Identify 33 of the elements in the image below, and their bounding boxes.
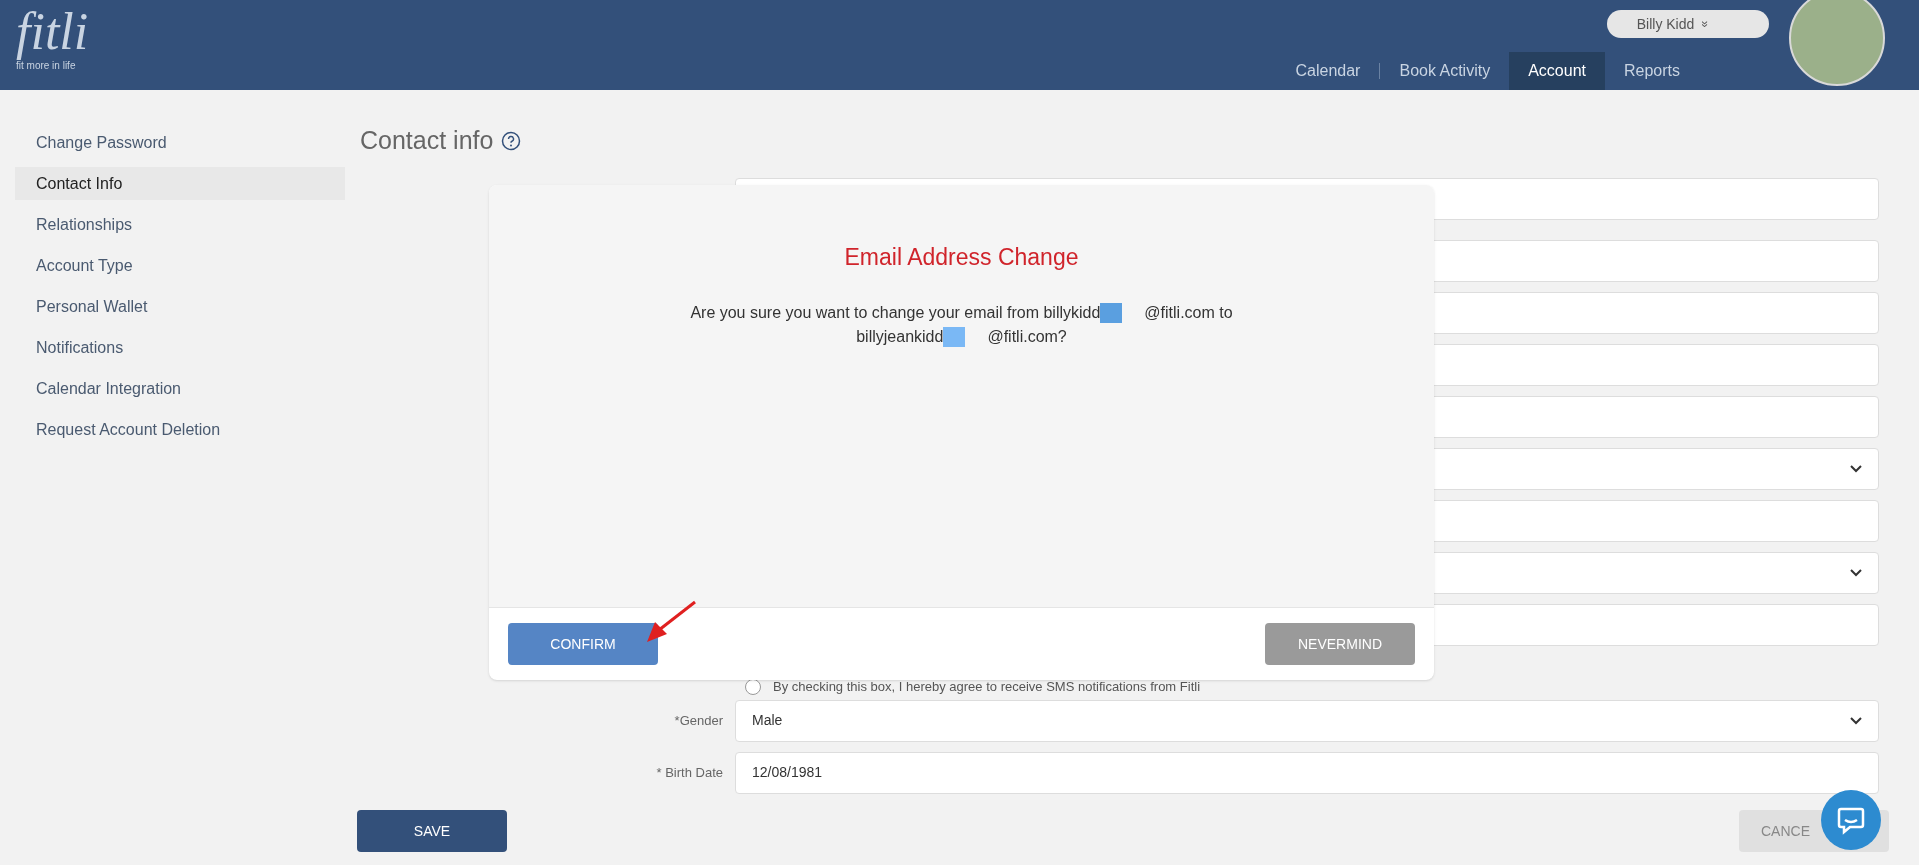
- arrow-drawing: [645, 600, 697, 644]
- sidebar-item[interactable]: Relationships: [15, 208, 345, 241]
- sidebar-item[interactable]: Calendar Integration: [15, 372, 345, 405]
- page-title: Contact info: [360, 125, 494, 156]
- confirm-button[interactable]: CONFIRM: [508, 623, 658, 665]
- chevron-down-icon: [1850, 716, 1862, 725]
- nav-tab[interactable]: Calendar: [1276, 52, 1380, 90]
- nav-tab[interactable]: Account: [1509, 52, 1605, 90]
- field-label: *Gender: [674, 712, 723, 728]
- redaction-block: [943, 327, 966, 348]
- help-icon[interactable]: [501, 130, 522, 151]
- user-menu[interactable]: Billy Kidd »: [1606, 10, 1769, 38]
- sidebar-item[interactable]: Personal Wallet: [15, 290, 345, 323]
- field-label: * Birth Date: [656, 764, 723, 780]
- sidebar-item[interactable]: Request Account Deletion: [15, 413, 345, 446]
- sidebar-item[interactable]: Change Password: [15, 126, 345, 159]
- nav-tab[interactable]: Book Activity: [1380, 52, 1510, 90]
- chevron-down-icon: [1850, 464, 1862, 473]
- chevron-down-icon: [1850, 568, 1862, 577]
- save-button[interactable]: SAVE: [357, 810, 507, 852]
- dialog-title: Email Address Change: [844, 243, 1079, 272]
- nav-tab[interactable]: Reports: [1604, 52, 1699, 90]
- sms-consent-text: By checking this box, I hereby agree to receive SMS notifications from Fitli: [773, 677, 1201, 696]
- input-field[interactable]: 12/08/1981: [735, 751, 1879, 794]
- select-field[interactable]: Male: [735, 699, 1879, 742]
- sidebar-item[interactable]: Notifications: [15, 331, 345, 364]
- redaction-block: [1100, 303, 1123, 324]
- sidebar-item[interactable]: Account Type: [15, 249, 345, 282]
- sidebar-item[interactable]: Contact Info: [15, 167, 345, 200]
- chat-bubble-icon: [1836, 805, 1866, 835]
- logo-tagline: fit more in life: [16, 60, 77, 73]
- dialog-message: Are you sure you want to change your email from billykidd @fitli.com to billyjeankidd @fitli.com?: [661, 300, 1262, 349]
- logo[interactable]: fitli: [16, 2, 89, 62]
